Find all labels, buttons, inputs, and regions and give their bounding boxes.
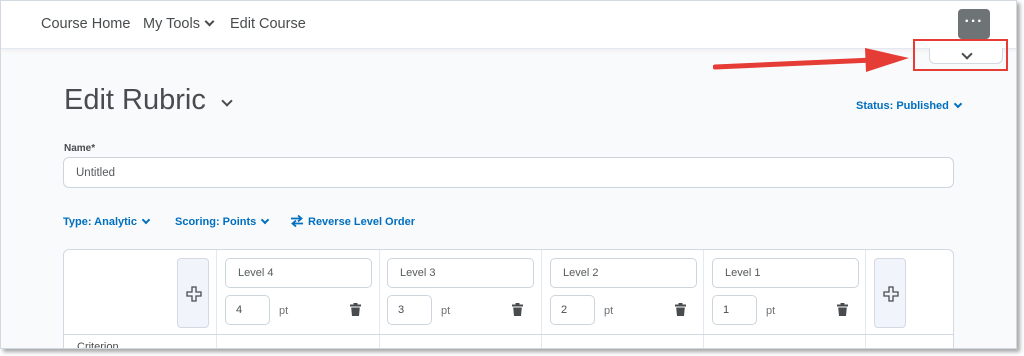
page-title: Edit Rubric	[64, 84, 206, 116]
reverse-level-order-label: Reverse Level Order	[308, 216, 416, 228]
status-label: Status: Published	[856, 100, 949, 112]
trash-icon[interactable]	[675, 303, 686, 316]
level-points-input[interactable]	[225, 295, 270, 325]
points-unit: pt	[279, 305, 289, 317]
type-dropdown[interactable]: Type: Analytic	[63, 215, 151, 228]
add-level-right-button[interactable]	[874, 258, 906, 328]
level-name-input[interactable]	[225, 258, 372, 288]
type-label: Type: Analytic	[63, 216, 137, 228]
plus-icon	[883, 286, 899, 302]
rubric-grid: pt pt pt pt	[63, 249, 954, 349]
reverse-level-order-button[interactable]: Reverse Level Order	[290, 215, 416, 228]
chevron-down-icon	[141, 215, 151, 225]
trash-icon[interactable]	[837, 303, 848, 316]
level-name-input[interactable]	[387, 258, 534, 288]
level-name-input[interactable]	[712, 258, 859, 288]
chevron-down-icon	[204, 16, 215, 27]
chevron-down-icon	[953, 99, 963, 109]
nav-course-home[interactable]: Course Home	[41, 16, 130, 32]
chevron-down-icon	[261, 215, 270, 225]
title-chevron-down-icon[interactable]	[221, 95, 233, 107]
name-field[interactable]	[63, 157, 954, 188]
nav-edit-course[interactable]: Edit Course	[230, 16, 306, 32]
points-unit: pt	[766, 305, 776, 317]
more-options-button[interactable]: ···	[958, 9, 990, 39]
level-points-input[interactable]	[387, 295, 432, 325]
swap-icon	[291, 215, 303, 228]
add-level-left-button[interactable]	[177, 258, 209, 328]
app-window: Course Home My Tools Edit Course ··· Edi…	[0, 0, 1017, 349]
level-points-input[interactable]	[550, 295, 595, 325]
callout-highlight-box	[913, 39, 1008, 71]
status-dropdown[interactable]: Status: Published	[856, 99, 963, 112]
row-divider	[64, 334, 953, 335]
scoring-dropdown[interactable]: Scoring: Points	[175, 215, 270, 228]
callout-arrow	[713, 48, 909, 72]
criteria-column-header: Criterion	[77, 341, 119, 349]
trash-icon[interactable]	[512, 303, 523, 316]
nav-my-tools[interactable]: My Tools	[143, 16, 215, 32]
level-name-input[interactable]	[550, 258, 697, 288]
nav-my-tools-label: My Tools	[143, 16, 200, 32]
plus-icon	[186, 286, 202, 302]
level-points-input[interactable]	[712, 295, 757, 325]
points-unit: pt	[441, 305, 451, 317]
trash-icon[interactable]	[350, 303, 361, 316]
scoring-label: Scoring: Points	[175, 216, 257, 228]
points-unit: pt	[604, 305, 614, 317]
course-navbar: Course Home My Tools Edit Course ···	[1, 1, 1016, 49]
name-field-label: Name*	[64, 143, 96, 154]
